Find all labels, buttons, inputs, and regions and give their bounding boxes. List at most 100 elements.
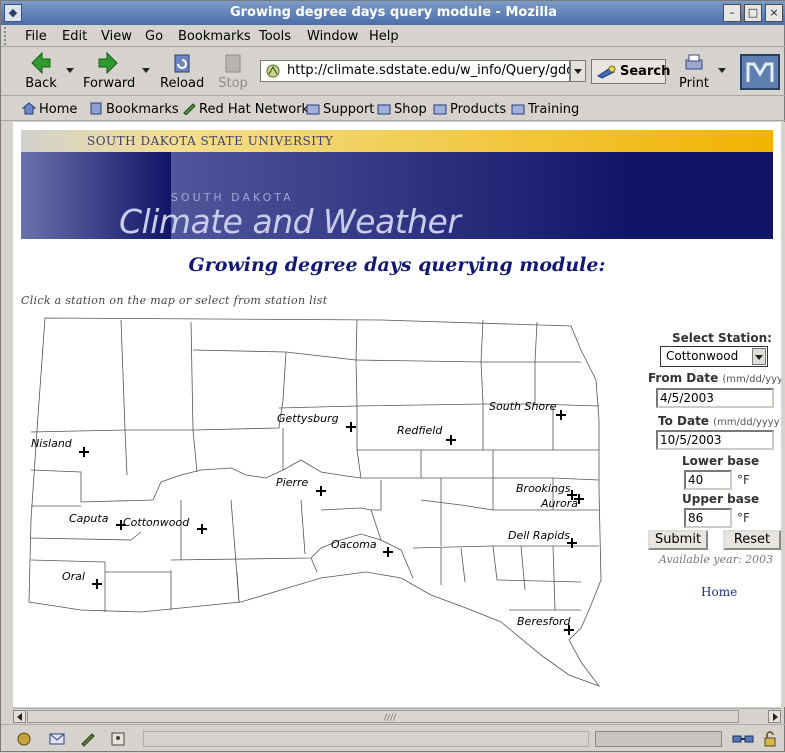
maximize-button[interactable]: □ bbox=[744, 4, 762, 22]
pb-red-hat-network[interactable]: Red Hat Network bbox=[181, 101, 309, 117]
menu-bar: File Edit View Go Bookmarks Tools Window… bbox=[1, 25, 785, 47]
composer-icon[interactable] bbox=[79, 731, 97, 747]
menu-file[interactable]: File bbox=[25, 29, 47, 44]
from-date-label: From Date (mm/dd/yyyy) bbox=[648, 371, 781, 385]
mozilla-throbber[interactable] bbox=[740, 54, 780, 90]
menu-view[interactable]: View bbox=[101, 29, 132, 44]
pb-support[interactable]: Support bbox=[305, 101, 374, 117]
reload-label: Reload bbox=[160, 76, 205, 91]
menu-bookmarks[interactable]: Bookmarks bbox=[178, 29, 251, 44]
print-options-dropdown[interactable] bbox=[718, 68, 726, 73]
close-button[interactable]: × bbox=[765, 4, 783, 22]
folder-icon bbox=[433, 104, 447, 115]
station-marker-pierre[interactable] bbox=[316, 486, 326, 496]
navigation-toolbar: Back Forward Reload Stop http://climate.… bbox=[1, 48, 785, 96]
back-button[interactable]: Back bbox=[23, 52, 59, 91]
forward-button[interactable]: Forward bbox=[83, 52, 135, 91]
station-marker-redfield[interactable] bbox=[446, 435, 456, 445]
pb-bookmarks-label: Bookmarks bbox=[106, 102, 179, 117]
online-status-icon[interactable] bbox=[731, 731, 755, 747]
station-marker-nisland[interactable] bbox=[79, 447, 89, 457]
back-history-dropdown[interactable] bbox=[66, 68, 74, 73]
station-redfield[interactable]: Redfield bbox=[397, 424, 442, 437]
station-cottonwood[interactable]: Cottonwood bbox=[123, 516, 189, 529]
reset-button[interactable]: Reset bbox=[723, 530, 781, 550]
search-button[interactable]: Search bbox=[591, 59, 670, 84]
to-date-format-hint: (mm/dd/yyyy) bbox=[713, 417, 781, 428]
menu-help[interactable]: Help bbox=[369, 29, 399, 44]
pb-red-hat-network-label: Red Hat Network bbox=[199, 102, 310, 117]
pb-shop[interactable]: Shop bbox=[376, 101, 427, 117]
station-marker-oacoma[interactable] bbox=[383, 547, 393, 557]
county-map-outline bbox=[28, 317, 602, 687]
station-marker-beresford[interactable] bbox=[564, 625, 574, 635]
scroll-thumb[interactable]: //// bbox=[27, 710, 739, 723]
print-button[interactable]: Print bbox=[677, 52, 711, 91]
lower-base-unit: °F bbox=[737, 473, 750, 487]
pb-training[interactable]: Training bbox=[510, 101, 579, 117]
pb-bookmarks[interactable]: Bookmarks bbox=[88, 101, 179, 117]
scroll-left-button[interactable] bbox=[13, 710, 26, 723]
to-date-label-text: To Date bbox=[658, 414, 709, 428]
station-marker-cottonwood[interactable] bbox=[197, 524, 207, 534]
upper-base-input[interactable]: 86 bbox=[684, 508, 732, 528]
station-pierre[interactable]: Pierre bbox=[276, 476, 308, 489]
reload-button[interactable]: Reload bbox=[160, 52, 204, 91]
pb-home[interactable]: Home bbox=[21, 101, 77, 117]
scroll-right-button[interactable] bbox=[768, 710, 781, 723]
pb-products[interactable]: Products bbox=[432, 101, 506, 117]
menu-go[interactable]: Go bbox=[145, 29, 163, 44]
to-date-input[interactable]: 10/5/2003 bbox=[656, 430, 774, 450]
title-bar[interactable]: ◆ Growing degree days query module - Moz… bbox=[1, 1, 785, 25]
home-link[interactable]: Home bbox=[701, 585, 737, 599]
menu-edit[interactable]: Edit bbox=[62, 29, 87, 44]
station-caputa[interactable]: Caputa bbox=[69, 512, 108, 525]
station-marker-south-shore[interactable] bbox=[556, 410, 566, 420]
url-bar[interactable]: http://climate.sdstate.edu/w_info/Query/… bbox=[260, 60, 570, 82]
minimize-button[interactable]: – bbox=[723, 4, 741, 22]
station-marker-gettysburg[interactable] bbox=[346, 422, 356, 432]
station-gettysburg[interactable]: Gettysburg bbox=[277, 412, 339, 425]
toolbar-grip[interactable] bbox=[4, 27, 10, 45]
folder-icon bbox=[306, 104, 320, 115]
station-select[interactable]: Cottonwood bbox=[660, 346, 768, 367]
station-dell-rapids[interactable]: Dell Rapids bbox=[508, 529, 570, 542]
progress-meter bbox=[595, 731, 722, 747]
station-map[interactable]: Gettysburg South Shore Redfield Nisland … bbox=[21, 310, 608, 690]
url-history-dropdown[interactable] bbox=[570, 60, 586, 82]
from-date-input[interactable]: 4/5/2003 bbox=[656, 388, 774, 408]
station-marker-oral[interactable] bbox=[92, 579, 102, 589]
banner-heading: Climate and Weather bbox=[119, 202, 461, 239]
menu-window[interactable]: Window bbox=[307, 29, 358, 44]
menu-tools[interactable]: Tools bbox=[259, 29, 291, 44]
station-beresford[interactable]: Beresford bbox=[517, 615, 570, 628]
station-brookings[interactable]: Brookings bbox=[516, 482, 571, 495]
mail-icon[interactable] bbox=[48, 731, 66, 747]
horizontal-scrollbar[interactable]: //// bbox=[13, 708, 781, 723]
page-title: Growing degree days querying module: bbox=[188, 254, 606, 276]
pb-shop-label: Shop bbox=[394, 102, 427, 117]
station-oacoma[interactable]: Oacoma bbox=[331, 538, 377, 551]
forward-history-dropdown[interactable] bbox=[142, 68, 150, 73]
station-marker-dell-rapids[interactable] bbox=[567, 538, 577, 548]
pb-products-label: Products bbox=[450, 102, 507, 117]
station-oral[interactable]: Oral bbox=[62, 570, 85, 583]
printer-icon bbox=[685, 54, 703, 70]
submit-button[interactable]: Submit bbox=[648, 530, 708, 550]
window-title: Growing degree days query module - Mozil… bbox=[229, 5, 558, 20]
address-book-icon[interactable] bbox=[109, 731, 127, 747]
station-nisland[interactable]: Nisland bbox=[31, 437, 72, 450]
sidebar-grip[interactable] bbox=[1, 122, 13, 707]
station-south-shore[interactable]: South Shore bbox=[489, 400, 556, 413]
station-marker-aurora[interactable] bbox=[574, 494, 584, 504]
forward-arrow-icon bbox=[98, 52, 118, 74]
chevron-down-icon[interactable] bbox=[752, 348, 766, 365]
navigator-icon[interactable] bbox=[15, 731, 33, 747]
security-lock-icon[interactable] bbox=[761, 731, 779, 747]
stop-button[interactable]: Stop bbox=[216, 52, 250, 91]
station-aurora[interactable]: Aurora bbox=[541, 497, 578, 510]
lower-base-input[interactable]: 40 bbox=[684, 470, 732, 490]
pb-training-label: Training bbox=[528, 102, 580, 117]
status-bar bbox=[1, 724, 785, 753]
page-content: SOUTH DAKOTA STATE UNIVERSITY SOUTH DAKO… bbox=[13, 122, 781, 707]
